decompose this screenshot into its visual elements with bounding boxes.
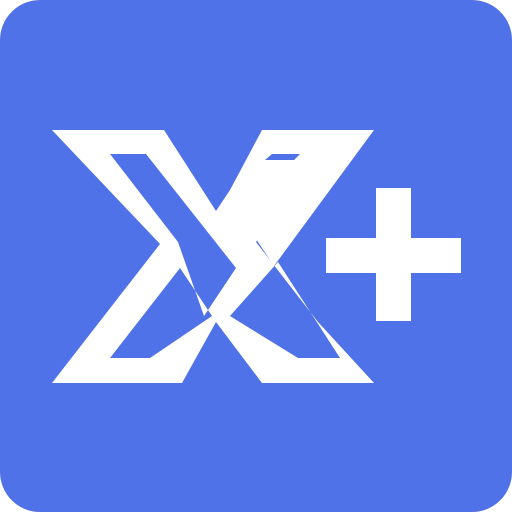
x-plus-app-icon: [0, 0, 512, 512]
plus-horizontal-bar: [326, 238, 461, 273]
